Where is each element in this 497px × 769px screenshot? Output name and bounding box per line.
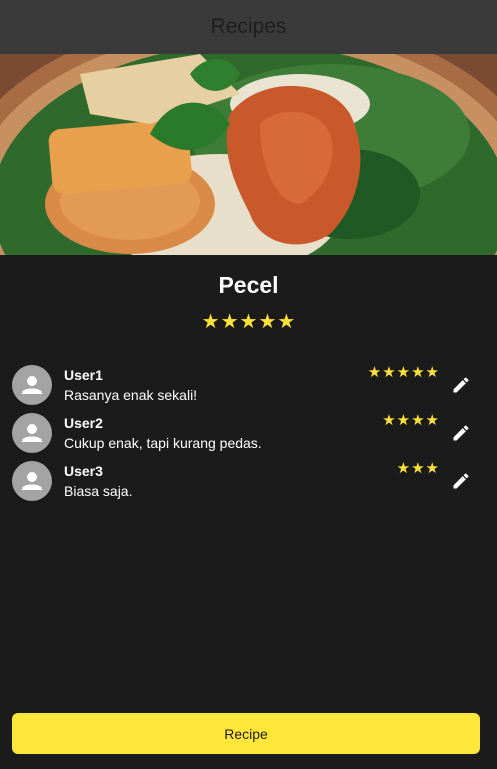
star-icon: ★ xyxy=(396,460,411,477)
review-text: Biasa saja. xyxy=(64,483,133,499)
recipe-name: Pecel xyxy=(218,272,279,298)
star-icon: ★ xyxy=(382,364,396,381)
pencil-icon xyxy=(453,377,469,393)
star-icon: ★ xyxy=(411,364,425,381)
review-user: User1 xyxy=(64,367,103,383)
star-icon: ★ xyxy=(201,311,220,333)
app-bar: Recipes xyxy=(0,0,497,54)
recipe-button[interactable]: Recipe xyxy=(12,713,480,754)
review-item: User3 Biasa saja. ★ ★ ★ xyxy=(12,461,485,509)
star-icon: ★ xyxy=(239,311,258,333)
star-icon: ★ xyxy=(425,460,439,477)
star-icon: ★ xyxy=(382,412,396,429)
review-user: User3 xyxy=(64,463,103,479)
star-icon: ★ xyxy=(367,364,382,381)
review-item: User1 Rasanya enak sekali! ★ ★ ★ ★ ★ xyxy=(12,365,485,413)
edit-review-button[interactable] xyxy=(449,469,473,493)
person-icon xyxy=(12,461,52,501)
star-icon: ★ xyxy=(277,311,296,333)
review-rating: ★ ★ ★ xyxy=(397,461,439,477)
page-title: Recipes xyxy=(210,15,287,38)
edit-review-button[interactable] xyxy=(449,373,473,397)
review-user: User2 xyxy=(64,415,103,431)
star-icon: ★ xyxy=(220,311,239,333)
edit-review-button[interactable] xyxy=(449,421,473,445)
recipe-rating: ★ ★ ★ ★ ★ xyxy=(0,312,497,332)
review-rating: ★ ★ ★ ★ xyxy=(382,413,439,429)
review-text: Cukup enak, tapi kurang pedas. xyxy=(64,435,262,451)
person-icon xyxy=(12,413,52,453)
star-icon: ★ xyxy=(425,364,439,381)
star-icon: ★ xyxy=(258,311,277,333)
review-text: Rasanya enak sekali! xyxy=(64,387,198,403)
pencil-icon xyxy=(453,473,469,489)
star-icon: ★ xyxy=(396,412,411,429)
review-list: User1 Rasanya enak sekali! ★ ★ ★ ★ ★ Use… xyxy=(12,365,485,509)
star-icon: ★ xyxy=(396,364,411,381)
star-icon: ★ xyxy=(411,412,425,429)
star-icon: ★ xyxy=(411,460,425,477)
recipe-image xyxy=(0,54,497,255)
review-item: User2 Cukup enak, tapi kurang pedas. ★ ★… xyxy=(12,413,485,461)
pencil-icon xyxy=(453,425,469,441)
person-icon xyxy=(12,365,52,405)
review-rating: ★ ★ ★ ★ ★ xyxy=(368,365,439,381)
star-icon: ★ xyxy=(425,412,439,429)
